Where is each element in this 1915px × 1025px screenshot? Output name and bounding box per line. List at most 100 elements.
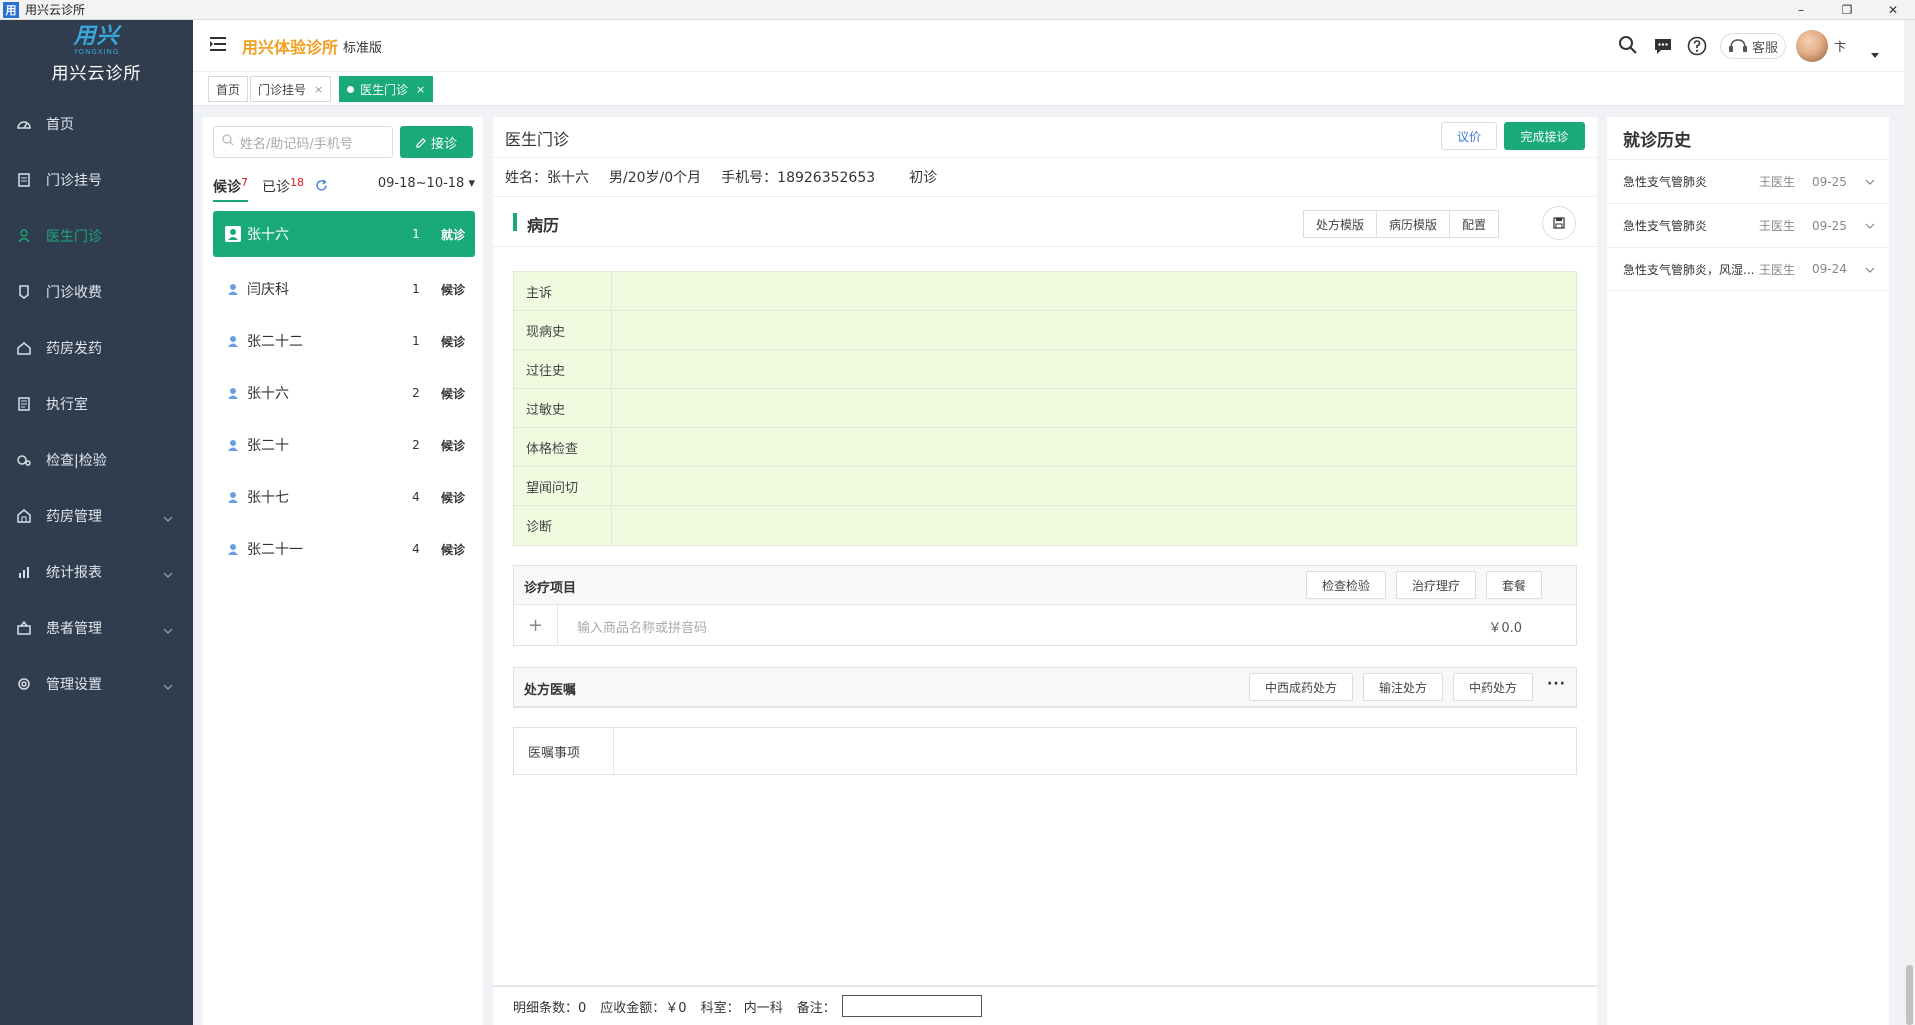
doctor-icon bbox=[16, 228, 32, 244]
search-input[interactable]: 姓名/助记码/手机号 bbox=[213, 126, 393, 158]
past-history-field[interactable] bbox=[612, 350, 1576, 388]
list-item[interactable]: 张十七 4 候诊 bbox=[213, 471, 475, 523]
sidebar-item-charge[interactable]: 门诊收费 bbox=[0, 264, 193, 320]
scrollbar-thumb[interactable] bbox=[1906, 965, 1913, 1025]
more-icon[interactable]: ··· bbox=[1547, 676, 1566, 692]
list-item[interactable]: 张二十一 4 候诊 bbox=[213, 523, 475, 575]
page-scrollbar[interactable] bbox=[1904, 20, 1915, 1025]
add-item-icon[interactable]: + bbox=[514, 605, 558, 645]
chevron-down-icon[interactable] bbox=[1865, 262, 1875, 276]
diagnosis-field[interactable] bbox=[612, 506, 1576, 545]
date-range-select[interactable]: 09-18~10-18 ▾ bbox=[378, 176, 475, 191]
chevron-down-icon bbox=[163, 622, 173, 638]
tab-register[interactable]: 门诊挂号 × bbox=[250, 76, 332, 102]
tab-done[interactable]: 已诊18 bbox=[262, 176, 304, 197]
user-name[interactable]: 卞 bbox=[1834, 38, 1846, 55]
prescription-template-button[interactable]: 处方模版 bbox=[1303, 210, 1378, 238]
package-button[interactable]: 套餐 bbox=[1485, 571, 1542, 599]
sidebar-item-home[interactable]: 首页 bbox=[0, 96, 193, 152]
list-item[interactable]: 张十六 1 就诊 bbox=[213, 211, 475, 257]
save-icon[interactable] bbox=[1542, 206, 1576, 240]
config-button[interactable]: 配置 bbox=[1449, 210, 1500, 238]
finish-consultation-button[interactable]: 完成接诊 bbox=[1504, 122, 1585, 150]
close-icon[interactable]: × bbox=[314, 83, 323, 96]
list-item[interactable]: 张二十二 1 候诊 bbox=[213, 315, 475, 367]
user-icon bbox=[225, 439, 241, 451]
message-icon[interactable] bbox=[1653, 36, 1673, 60]
history-doctor: 王医生 bbox=[1759, 219, 1796, 233]
tab-label: 医生门诊 bbox=[360, 82, 409, 97]
present-illness-field[interactable] bbox=[612, 311, 1576, 349]
status-badge: 候诊 bbox=[440, 542, 465, 557]
physical-exam-field[interactable] bbox=[612, 428, 1576, 466]
sidebar-item-execution[interactable]: 执行室 bbox=[0, 376, 193, 432]
user-icon bbox=[225, 283, 241, 295]
chevron-down-icon[interactable] bbox=[1865, 174, 1875, 188]
lab-icon bbox=[16, 452, 32, 468]
help-icon[interactable] bbox=[1687, 36, 1707, 60]
prescription-header: 处方医嘱 中西成药处方 输注处方 中药处方 ··· bbox=[514, 668, 1576, 707]
tab-done-label: 已诊 bbox=[262, 179, 290, 196]
western-prescription-button[interactable]: 中西成药处方 bbox=[1248, 673, 1353, 701]
sidebar-item-pharmacy[interactable]: 药房发药 bbox=[0, 320, 193, 376]
restore-button[interactable]: ❐ bbox=[1830, 0, 1864, 20]
sidebar-item-patient[interactable]: 患者管理 bbox=[0, 600, 193, 656]
lab-exam-button[interactable]: 检查检验 bbox=[1305, 571, 1386, 599]
sidebar-item-lab[interactable]: 检查|检验 bbox=[0, 432, 193, 488]
waiting-count-badge: 7 bbox=[241, 176, 248, 189]
negotiate-price-button[interactable]: 议价 bbox=[1441, 122, 1497, 150]
infusion-prescription-button[interactable]: 输注处方 bbox=[1362, 673, 1443, 701]
chief-complaint-field[interactable] bbox=[612, 272, 1576, 310]
record-row-tcm: 望闻问切 bbox=[514, 467, 1576, 506]
logo: 用兴 YONGXING 用兴云诊所 bbox=[0, 20, 193, 90]
medical-advice-row: 医嘱事项 bbox=[513, 727, 1577, 775]
refresh-icon[interactable] bbox=[315, 179, 328, 196]
accept-patient-button[interactable]: 接诊 bbox=[400, 126, 473, 158]
patient-gender-age: 男/20岁/0个月 bbox=[609, 170, 702, 186]
avatar[interactable] bbox=[1796, 30, 1828, 62]
chevron-down-icon[interactable] bbox=[1865, 218, 1875, 232]
list-item[interactable]: 张十六 2 候诊 bbox=[213, 367, 475, 419]
field-label: 主诉 bbox=[514, 272, 612, 310]
remark-input[interactable] bbox=[841, 995, 982, 1017]
allergy-field[interactable] bbox=[612, 389, 1576, 427]
sidebar-item-report[interactable]: 统计报表 bbox=[0, 544, 193, 600]
sidebar: 用兴 YONGXING 用兴云诊所 首页 门诊挂号 医生门诊 门诊收费 药房发药… bbox=[0, 20, 193, 1025]
user-icon bbox=[225, 387, 241, 399]
queue-number: 1 bbox=[412, 282, 420, 296]
sidebar-item-register[interactable]: 门诊挂号 bbox=[0, 152, 193, 208]
list-item[interactable]: 闫庆科 1 候诊 bbox=[213, 263, 475, 315]
therapy-button[interactable]: 治疗理疗 bbox=[1395, 571, 1476, 599]
list-item[interactable]: 张二十 2 候诊 bbox=[213, 419, 475, 471]
sidebar-item-settings[interactable]: 管理设置 bbox=[0, 656, 193, 712]
patient-name: 张二十二 bbox=[247, 334, 303, 350]
list-item[interactable]: 急性支气管肺炎 王医生 09-25 bbox=[1607, 159, 1889, 203]
minimize-button[interactable]: – bbox=[1784, 0, 1818, 20]
search-icon[interactable] bbox=[1618, 35, 1638, 59]
tcm-prescription-button[interactable]: 中药处方 bbox=[1452, 673, 1533, 701]
clinic-name: 用兴体验诊所 bbox=[242, 38, 339, 57]
logo-sub: YONGXING bbox=[73, 48, 120, 56]
caret-down-icon[interactable] bbox=[1871, 47, 1879, 62]
sidebar-item-warehouse[interactable]: 药房管理 bbox=[0, 488, 193, 544]
tab-doctor[interactable]: 医生门诊 × bbox=[339, 76, 434, 102]
close-button[interactable]: ✕ bbox=[1876, 0, 1910, 20]
customer-service-button[interactable]: 客服 bbox=[1720, 33, 1786, 59]
sidebar-item-label: 医生门诊 bbox=[46, 229, 102, 245]
tab-home[interactable]: 首页 bbox=[208, 76, 249, 102]
close-icon[interactable]: × bbox=[416, 83, 425, 96]
record-template-button[interactable]: 病历模版 bbox=[1376, 210, 1451, 238]
active-dot-icon bbox=[347, 85, 354, 93]
advice-field[interactable] bbox=[614, 728, 1576, 774]
history-diagnosis: 急性支气管肺炎，风湿... bbox=[1623, 262, 1755, 277]
tab-waiting[interactable]: 候诊7 bbox=[213, 176, 248, 202]
patient-name: 张十六 bbox=[247, 227, 289, 243]
tcm-field[interactable] bbox=[612, 467, 1576, 505]
list-item[interactable]: 急性支气管肺炎，风湿... 王医生 09-24 bbox=[1607, 247, 1889, 291]
sidebar-item-label: 患者管理 bbox=[46, 621, 102, 637]
customer-service-label: 客服 bbox=[1751, 40, 1778, 56]
list-item[interactable]: 急性支气管肺炎 王医生 09-25 bbox=[1607, 203, 1889, 247]
sidebar-item-doctor[interactable]: 医生门诊 bbox=[0, 208, 193, 264]
item-search-input[interactable]: 输入商品名称或拼音码 bbox=[577, 617, 707, 636]
menu-toggle-icon[interactable] bbox=[210, 37, 226, 55]
